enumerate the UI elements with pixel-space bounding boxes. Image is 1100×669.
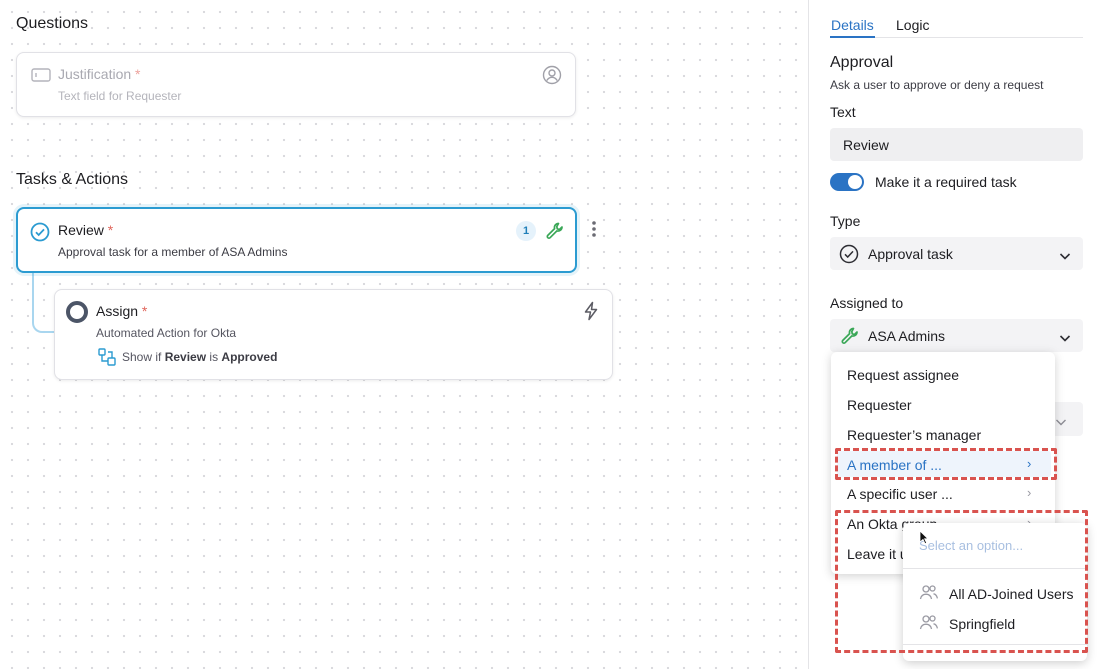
assigned-to-label: Assigned to	[830, 295, 904, 311]
required-mark: *	[141, 303, 148, 319]
menu-item-requester-manager[interactable]: Requester’s manager	[847, 427, 981, 443]
assign-title: Assign	[96, 303, 139, 319]
required-toggle-label: Make it a required task	[875, 174, 1017, 190]
annotation-box-member-of	[835, 448, 1057, 480]
logic-condition-icon	[98, 348, 116, 371]
panel-heading: Approval	[830, 54, 894, 71]
assigned-to-value: ASA Admins	[868, 327, 946, 344]
justification-subtitle: Text field for Requester	[58, 89, 182, 103]
justification-card[interactable]: Justification * Text field for Requester	[16, 52, 576, 117]
chevron-down-icon	[1055, 414, 1067, 432]
count-badge: 1	[516, 221, 536, 241]
more-vertical-icon[interactable]	[587, 219, 601, 244]
condition-operator: is	[209, 350, 219, 364]
tasks-title: Tasks & Actions	[16, 171, 129, 188]
assign-subtitle: Automated Action for Okta	[96, 326, 237, 340]
condition-prefix: Show if	[122, 350, 162, 364]
wrench-icon	[545, 221, 565, 246]
check-circle-icon	[30, 222, 50, 247]
text-input-value: Review	[843, 136, 889, 153]
menu-item-specific-user[interactable]: A specific user ...	[847, 486, 953, 502]
condition-value: Approved	[221, 350, 278, 364]
review-title: Review	[58, 222, 104, 238]
check-circle-icon	[839, 244, 859, 267]
chevron-right-icon: ›	[1027, 485, 1032, 500]
active-tab-indicator	[830, 36, 875, 38]
tab-details[interactable]: Details	[831, 17, 874, 33]
review-subtitle: Approval task for a member of ASA Admins	[58, 245, 288, 259]
type-label: Type	[830, 213, 861, 229]
required-mark: *	[107, 222, 114, 238]
assign-action-card[interactable]: Assign * Automated Action for Okta Show …	[54, 289, 613, 380]
action-circle-icon	[66, 301, 88, 328]
type-select[interactable]: Approval task	[830, 237, 1083, 270]
text-label: Text	[830, 104, 856, 120]
type-select-value: Approval task	[868, 245, 953, 262]
justification-title: Justification	[58, 66, 132, 82]
annotation-box-submenu	[835, 510, 1088, 653]
panel-divider	[808, 0, 809, 669]
questions-title: Questions	[16, 15, 89, 32]
task-connector-line	[32, 272, 54, 333]
menu-item-request-assignee[interactable]: Request assignee	[847, 367, 959, 383]
condition-field: Review	[164, 350, 207, 364]
text-field-icon	[31, 67, 51, 88]
required-toggle[interactable]	[830, 173, 864, 191]
assigned-to-select[interactable]: ASA Admins	[830, 319, 1083, 352]
chevron-down-icon	[1059, 248, 1071, 264]
panel-description: Ask a user to approve or deny a request	[830, 78, 1044, 92]
text-input[interactable]: Review	[830, 128, 1083, 161]
hidden-select-edge[interactable]	[1055, 402, 1083, 436]
wrench-icon	[840, 326, 860, 349]
required-mark: *	[135, 66, 141, 82]
chevron-down-icon	[1059, 330, 1071, 346]
condition-text: Show if Review is Approved	[122, 350, 277, 364]
toggle-knob	[848, 175, 862, 189]
review-task-card[interactable]: Review * Approval task for a member of A…	[16, 207, 577, 273]
lightning-icon	[583, 301, 599, 326]
tab-logic[interactable]: Logic	[896, 17, 929, 33]
menu-item-requester[interactable]: Requester	[847, 397, 912, 413]
user-circle-icon	[542, 65, 562, 90]
